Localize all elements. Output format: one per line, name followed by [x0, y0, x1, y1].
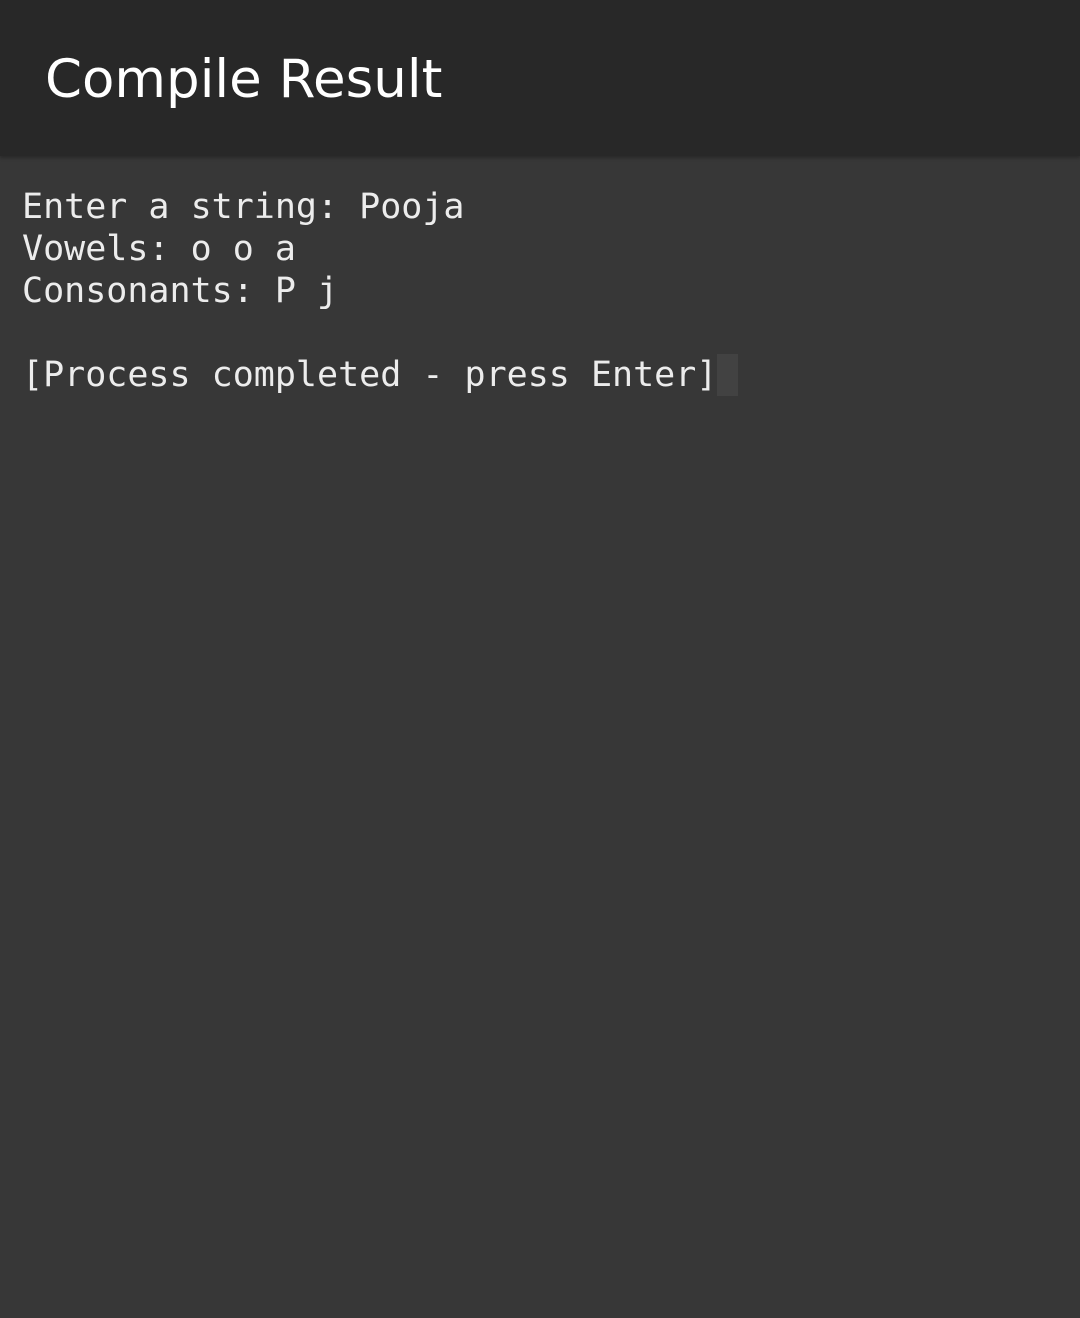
page-title: Compile Result — [45, 49, 443, 110]
process-status-text: [Process completed - press Enter] — [22, 355, 718, 395]
output-line-status: [Process completed - press Enter] — [22, 354, 1058, 396]
output-line-vowels: Vowels: o o a — [22, 229, 296, 269]
output-line-consonants: Consonants: P j — [22, 271, 339, 311]
terminal-output[interactable]: Enter a string: Pooja Vowels: o o a Cons… — [22, 186, 1058, 396]
app-bar: Compile Result — [0, 0, 1080, 156]
output-line-input-prompt: Enter a string: Pooja — [22, 187, 465, 227]
terminal-cursor — [717, 354, 739, 396]
output-line-blank — [22, 312, 1058, 354]
compile-result-screen: Compile Result Enter a string: Pooja Vow… — [0, 0, 1080, 1318]
